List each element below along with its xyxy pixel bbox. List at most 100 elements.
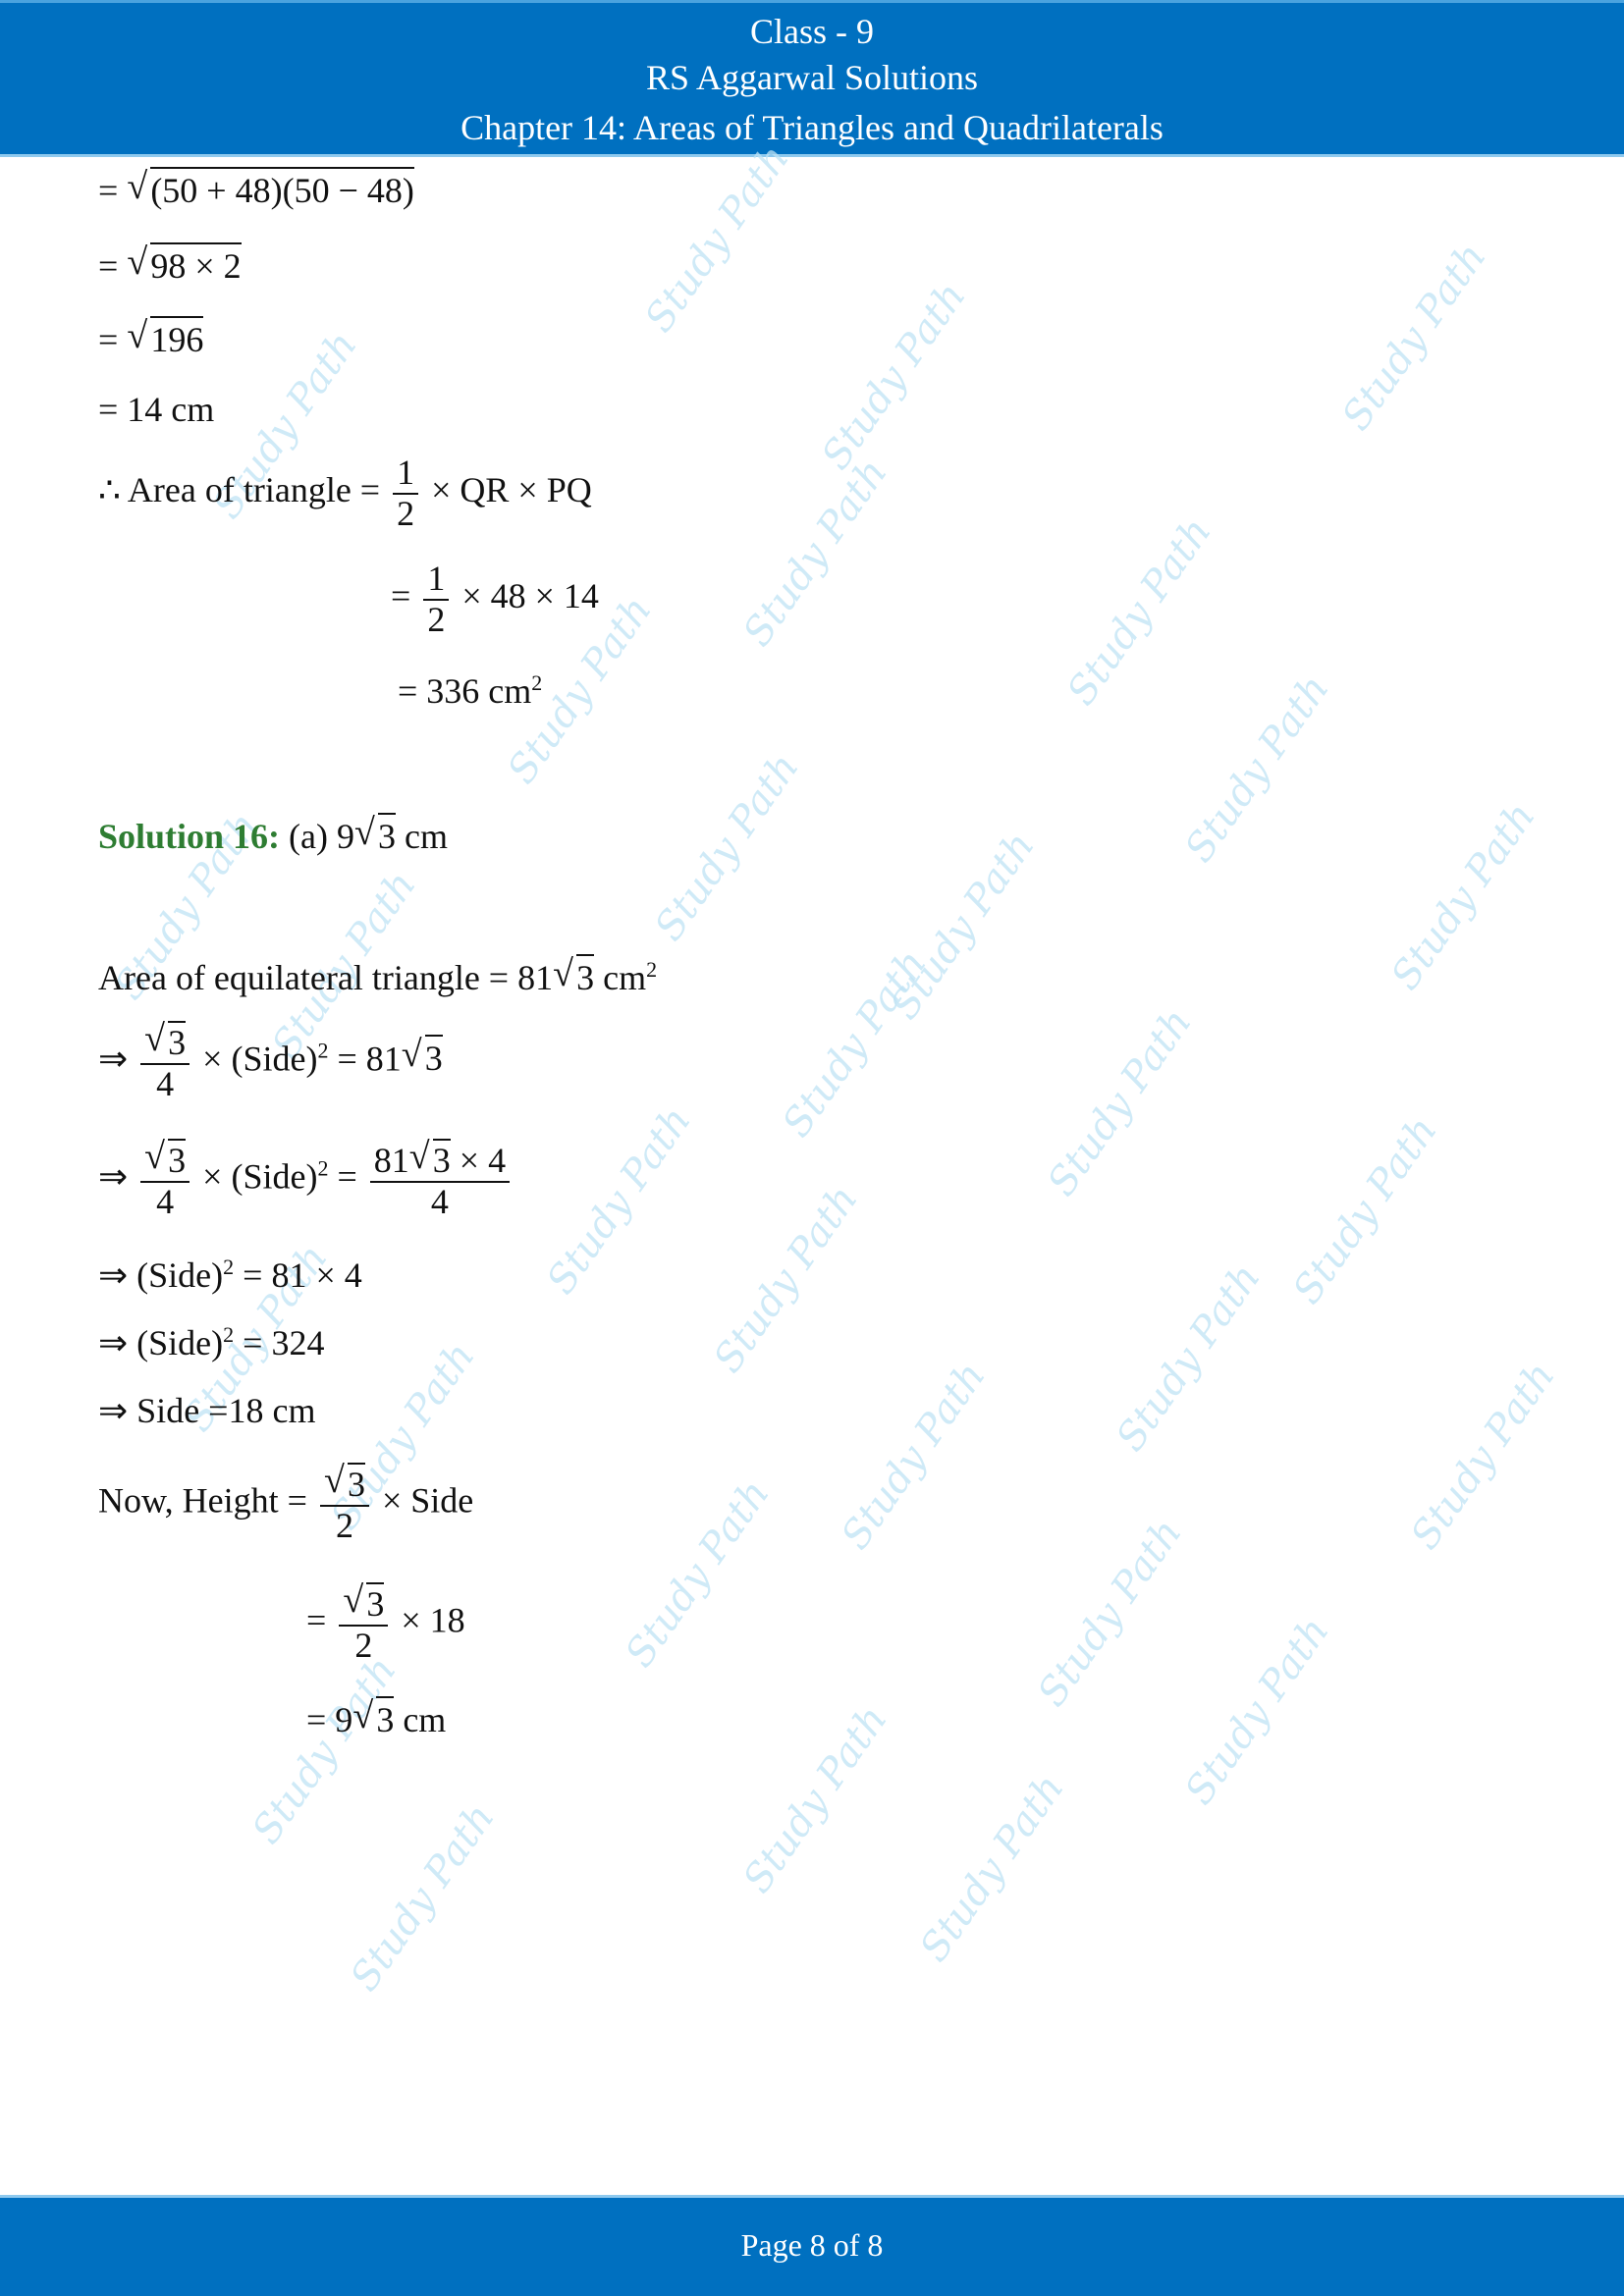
text: = 324 — [243, 1323, 325, 1362]
text: × (Side) — [202, 1039, 318, 1079]
unit: cm — [405, 817, 448, 856]
text: ⇒ (Side) — [98, 1255, 224, 1295]
watermark-text: Study Path — [636, 136, 798, 341]
watermark-text: Study Path — [617, 1471, 779, 1676]
denominator: 2 — [354, 1625, 373, 1665]
equals-sign: = — [337, 1156, 357, 1197]
radicand: 3 — [376, 1696, 395, 1740]
solution-heading: Solution 16: (a) 9 3 cm — [98, 811, 448, 857]
numerator: 1 — [393, 453, 419, 495]
math-line: ⇒ 34 × (Side)2 = 813 × 44 — [98, 1137, 514, 1221]
radicand: 98 × 2 — [150, 242, 242, 287]
watermark-text: Study Path — [1382, 794, 1544, 998]
watermark-text: Study Path — [1176, 667, 1338, 871]
radicand: 3 — [378, 813, 397, 857]
math-line: = (50 + 48)(50 − 48) — [98, 165, 414, 211]
equals-sign: = — [306, 1600, 327, 1640]
numerator: 3 — [339, 1580, 389, 1627]
text: = 81 — [337, 1039, 402, 1079]
watermark-text: Study Path — [538, 1098, 700, 1303]
watermark-text: Study Path — [705, 1177, 867, 1381]
denominator: 2 — [397, 493, 415, 533]
watermark-text: Study Path — [882, 824, 1044, 1028]
watermark-text: Study Path — [1333, 235, 1495, 439]
square-root: 3 — [324, 1461, 365, 1505]
text: ⇒ (Side) — [98, 1323, 224, 1362]
text: × 48 × 14 — [461, 575, 599, 615]
watermark-text: Study Path — [813, 274, 975, 478]
square-root: 3 — [354, 811, 397, 857]
implies-arrow: ⇒ — [98, 1039, 129, 1079]
numerator: 1 — [423, 559, 450, 601]
text: 81 — [373, 1141, 409, 1180]
answer-text: (a) 9 — [289, 817, 355, 856]
square-root: 196 — [127, 314, 204, 360]
equals-sign: = — [98, 171, 119, 210]
superscript: 2 — [317, 1155, 329, 1181]
square-root: 3 — [343, 1580, 385, 1625]
header-chapter-title: Chapter 14: Areas of Triangles and Quadr… — [460, 108, 1164, 147]
radicand: 3 — [347, 1463, 365, 1504]
solution-label: Solution 16: — [98, 817, 281, 856]
superscript: 2 — [317, 1038, 329, 1063]
math-line: ∴ Area of triangle = 12 × QR × PQ — [98, 453, 592, 533]
header-class: Class - 9 — [750, 12, 874, 51]
numerator: 3 — [140, 1019, 190, 1065]
watermark-text: Study Path — [911, 1766, 1073, 1970]
math-line: Now, Height = 32 × Side — [98, 1461, 473, 1545]
math-line: = 98 × 2 — [98, 240, 242, 287]
radicand: (50 + 48)(50 − 48) — [150, 167, 414, 211]
fraction: 34 — [140, 1019, 190, 1103]
watermark-text: Study Path — [1402, 1354, 1564, 1558]
watermark-text: Study Path — [734, 1697, 896, 1901]
page-number: Page 8 of 8 — [740, 2227, 884, 2263]
text: ∴ Area of triangle = — [98, 469, 381, 509]
square-root: (50 + 48)(50 − 48) — [127, 165, 414, 211]
watermark-text: Study Path — [1284, 1108, 1446, 1312]
math-line: = 32 × 18 — [306, 1580, 465, 1665]
fraction: 34 — [140, 1137, 190, 1221]
text: × 4 — [459, 1141, 507, 1180]
radicand: 3 — [424, 1035, 443, 1079]
math-line: ⇒ Side =18 cm — [98, 1391, 316, 1430]
denominator: 4 — [430, 1181, 449, 1221]
superscript: 2 — [223, 1322, 235, 1347]
math-line: Area of equilateral triangle = 81 3 cm2 — [98, 952, 657, 998]
equals-sign: = — [391, 575, 411, 615]
numerator: 3 — [319, 1461, 369, 1507]
fraction: 32 — [339, 1580, 389, 1665]
text: × QR × PQ — [431, 469, 592, 509]
denominator: 2 — [335, 1505, 353, 1545]
unit: cm — [403, 1700, 447, 1739]
implies-arrow: ⇒ — [98, 1156, 129, 1197]
watermark-text: Study Path — [1108, 1255, 1270, 1460]
denominator: 4 — [156, 1181, 175, 1221]
watermark-text: Study Path — [1029, 1511, 1191, 1715]
radicand: 3 — [168, 1139, 187, 1180]
watermark-text: Study Path — [833, 1354, 995, 1558]
text: = 9 — [306, 1700, 353, 1739]
radicand: 196 — [150, 316, 204, 360]
square-root: 3 — [144, 1019, 187, 1063]
numerator: 81 3 × 4 — [369, 1137, 511, 1183]
numerator: 3 — [140, 1137, 190, 1183]
square-root: 3 — [402, 1033, 443, 1079]
text: = 81 × 4 — [243, 1255, 362, 1295]
header-book-title: RS Aggarwal Solutions — [645, 58, 979, 97]
math-line: ⇒ (Side)2 = 81 × 4 — [98, 1255, 362, 1296]
text: Area of equilateral triangle = 81 — [98, 958, 554, 997]
math-line: ⇒ 34 × (Side)2 = 81 3 — [98, 1019, 443, 1103]
square-root: 98 × 2 — [127, 240, 242, 287]
watermark-text: Study Path — [734, 451, 896, 655]
text: = 336 cm — [398, 671, 532, 711]
radicand: 3 — [576, 954, 595, 998]
watermark-text: Study Path — [1176, 1609, 1338, 1813]
fraction: 12 — [393, 453, 419, 533]
page-footer: Page 8 of 8 — [0, 2195, 1624, 2296]
math-line: = 336 cm2 — [398, 670, 542, 712]
watermark-text: Study Path — [774, 941, 936, 1146]
radicand: 3 — [366, 1582, 385, 1624]
square-root: 3 — [409, 1137, 451, 1181]
superscript: 2 — [223, 1255, 235, 1279]
watermark-text: Study Path — [342, 1795, 504, 2000]
